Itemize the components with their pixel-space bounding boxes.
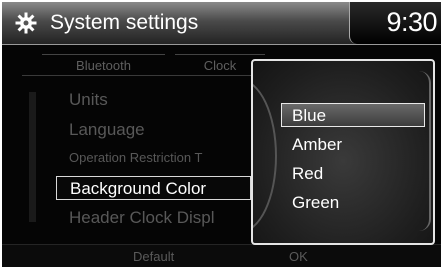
tab-bluetooth[interactable]: Bluetooth bbox=[42, 54, 165, 76]
menu-scrollbar[interactable] bbox=[29, 92, 36, 222]
bottom-action-bar: Default OK bbox=[2, 244, 441, 267]
background-color-popup: Blue Amber Red Green bbox=[251, 59, 435, 245]
gear-icon bbox=[15, 12, 37, 34]
menu-item-units[interactable]: Units bbox=[52, 88, 252, 112]
color-option-red[interactable]: Red bbox=[281, 162, 425, 186]
menu-item-language[interactable]: Language bbox=[52, 118, 252, 142]
selector-dial-decoration bbox=[253, 79, 277, 233]
color-option-blue[interactable]: Blue bbox=[281, 103, 425, 127]
color-option-green[interactable]: Green bbox=[281, 191, 425, 215]
clock-time: 9:30 bbox=[386, 7, 437, 37]
system-settings-screen: System settings 9:30 Bluetooth Clock Uni… bbox=[2, 2, 441, 267]
menu-item-operation-restriction[interactable]: Operation Restriction T bbox=[52, 146, 252, 170]
menu-item-header-clock-display[interactable]: Header Clock Displ bbox=[52, 206, 252, 230]
clock-display: 9:30 bbox=[349, 2, 441, 44]
menu-item-background-color[interactable]: Background Color bbox=[56, 176, 251, 200]
page-title: System settings bbox=[50, 11, 199, 34]
default-button[interactable]: Default bbox=[133, 248, 174, 266]
color-option-amber[interactable]: Amber bbox=[281, 133, 425, 157]
ok-button[interactable]: OK bbox=[289, 248, 308, 266]
header-bar: System settings 9:30 bbox=[2, 2, 441, 45]
